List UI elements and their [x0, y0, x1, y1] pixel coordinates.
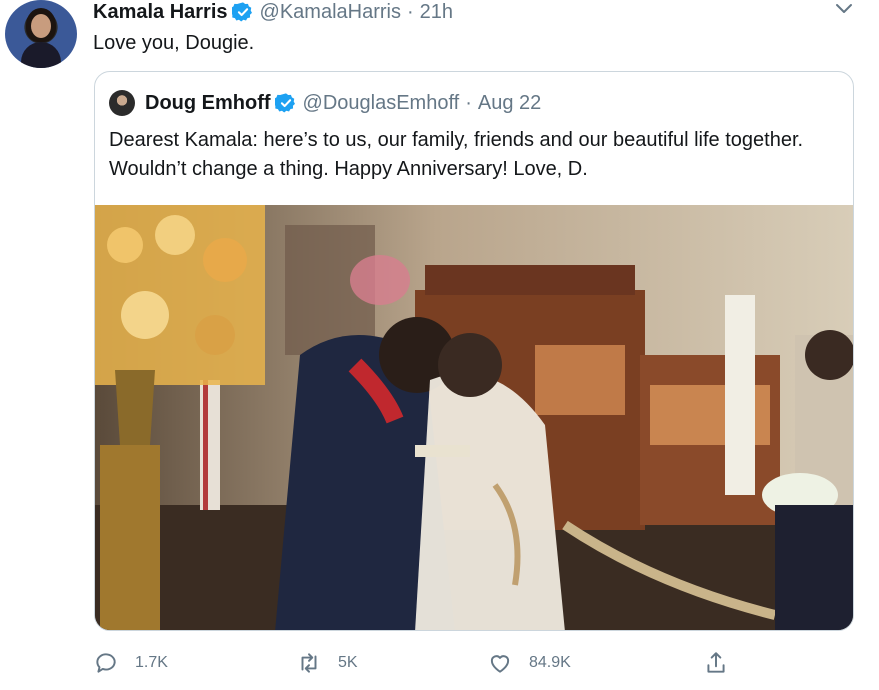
separator-dot: ·: [406, 0, 414, 23]
quoted-tweet[interactable]: Doug Emhoff @DouglasEmhoff · Aug 22 Dear…: [94, 71, 854, 631]
quoted-author-avatar: [109, 90, 135, 116]
tweet-header: Kamala Harris @KamalaHarris · 21h: [93, 0, 453, 24]
like-button[interactable]: 84.9K: [487, 648, 571, 678]
separator-dot: ·: [465, 91, 472, 114]
avatar-body: [21, 42, 61, 68]
share-button[interactable]: [703, 648, 745, 678]
reply-count: 1.7K: [135, 654, 168, 671]
author-avatar[interactable]: [5, 0, 77, 68]
tweet-timestamp[interactable]: 21h: [420, 1, 453, 24]
avatar-face: [31, 14, 51, 38]
reply-icon: [96, 653, 116, 673]
verified-badge-icon: [274, 93, 295, 113]
verified-badge-icon: [231, 2, 252, 22]
tweet-actions: 1.7K 5K 84.9K: [93, 648, 733, 678]
quoted-tweet-header: Doug Emhoff @DouglasEmhoff · Aug 22: [109, 90, 541, 116]
wedding-photo[interactable]: [95, 205, 853, 631]
share-icon: [707, 652, 725, 673]
like-count: 84.9K: [529, 654, 571, 671]
author-handle[interactable]: @KamalaHarris: [260, 1, 401, 24]
quoted-author-display-name: Doug Emhoff: [145, 91, 271, 114]
chevron-down-icon[interactable]: [834, 2, 854, 16]
retweet-count: 5K: [338, 654, 358, 671]
retweet-button[interactable]: 5K: [296, 648, 358, 678]
quoted-tweet-text: Dearest Kamala: here’s to us, our family…: [109, 129, 804, 180]
author-display-name[interactable]: Kamala Harris: [93, 1, 228, 24]
quoted-author-handle: @DouglasEmhoff: [302, 91, 460, 114]
heart-icon: [490, 655, 510, 673]
retweet-icon: [301, 653, 317, 673]
quoted-tweet-timestamp: Aug 22: [477, 91, 542, 114]
reply-button[interactable]: 1.7K: [93, 648, 168, 678]
tweet-text: Love you, Dougie.: [93, 32, 255, 54]
